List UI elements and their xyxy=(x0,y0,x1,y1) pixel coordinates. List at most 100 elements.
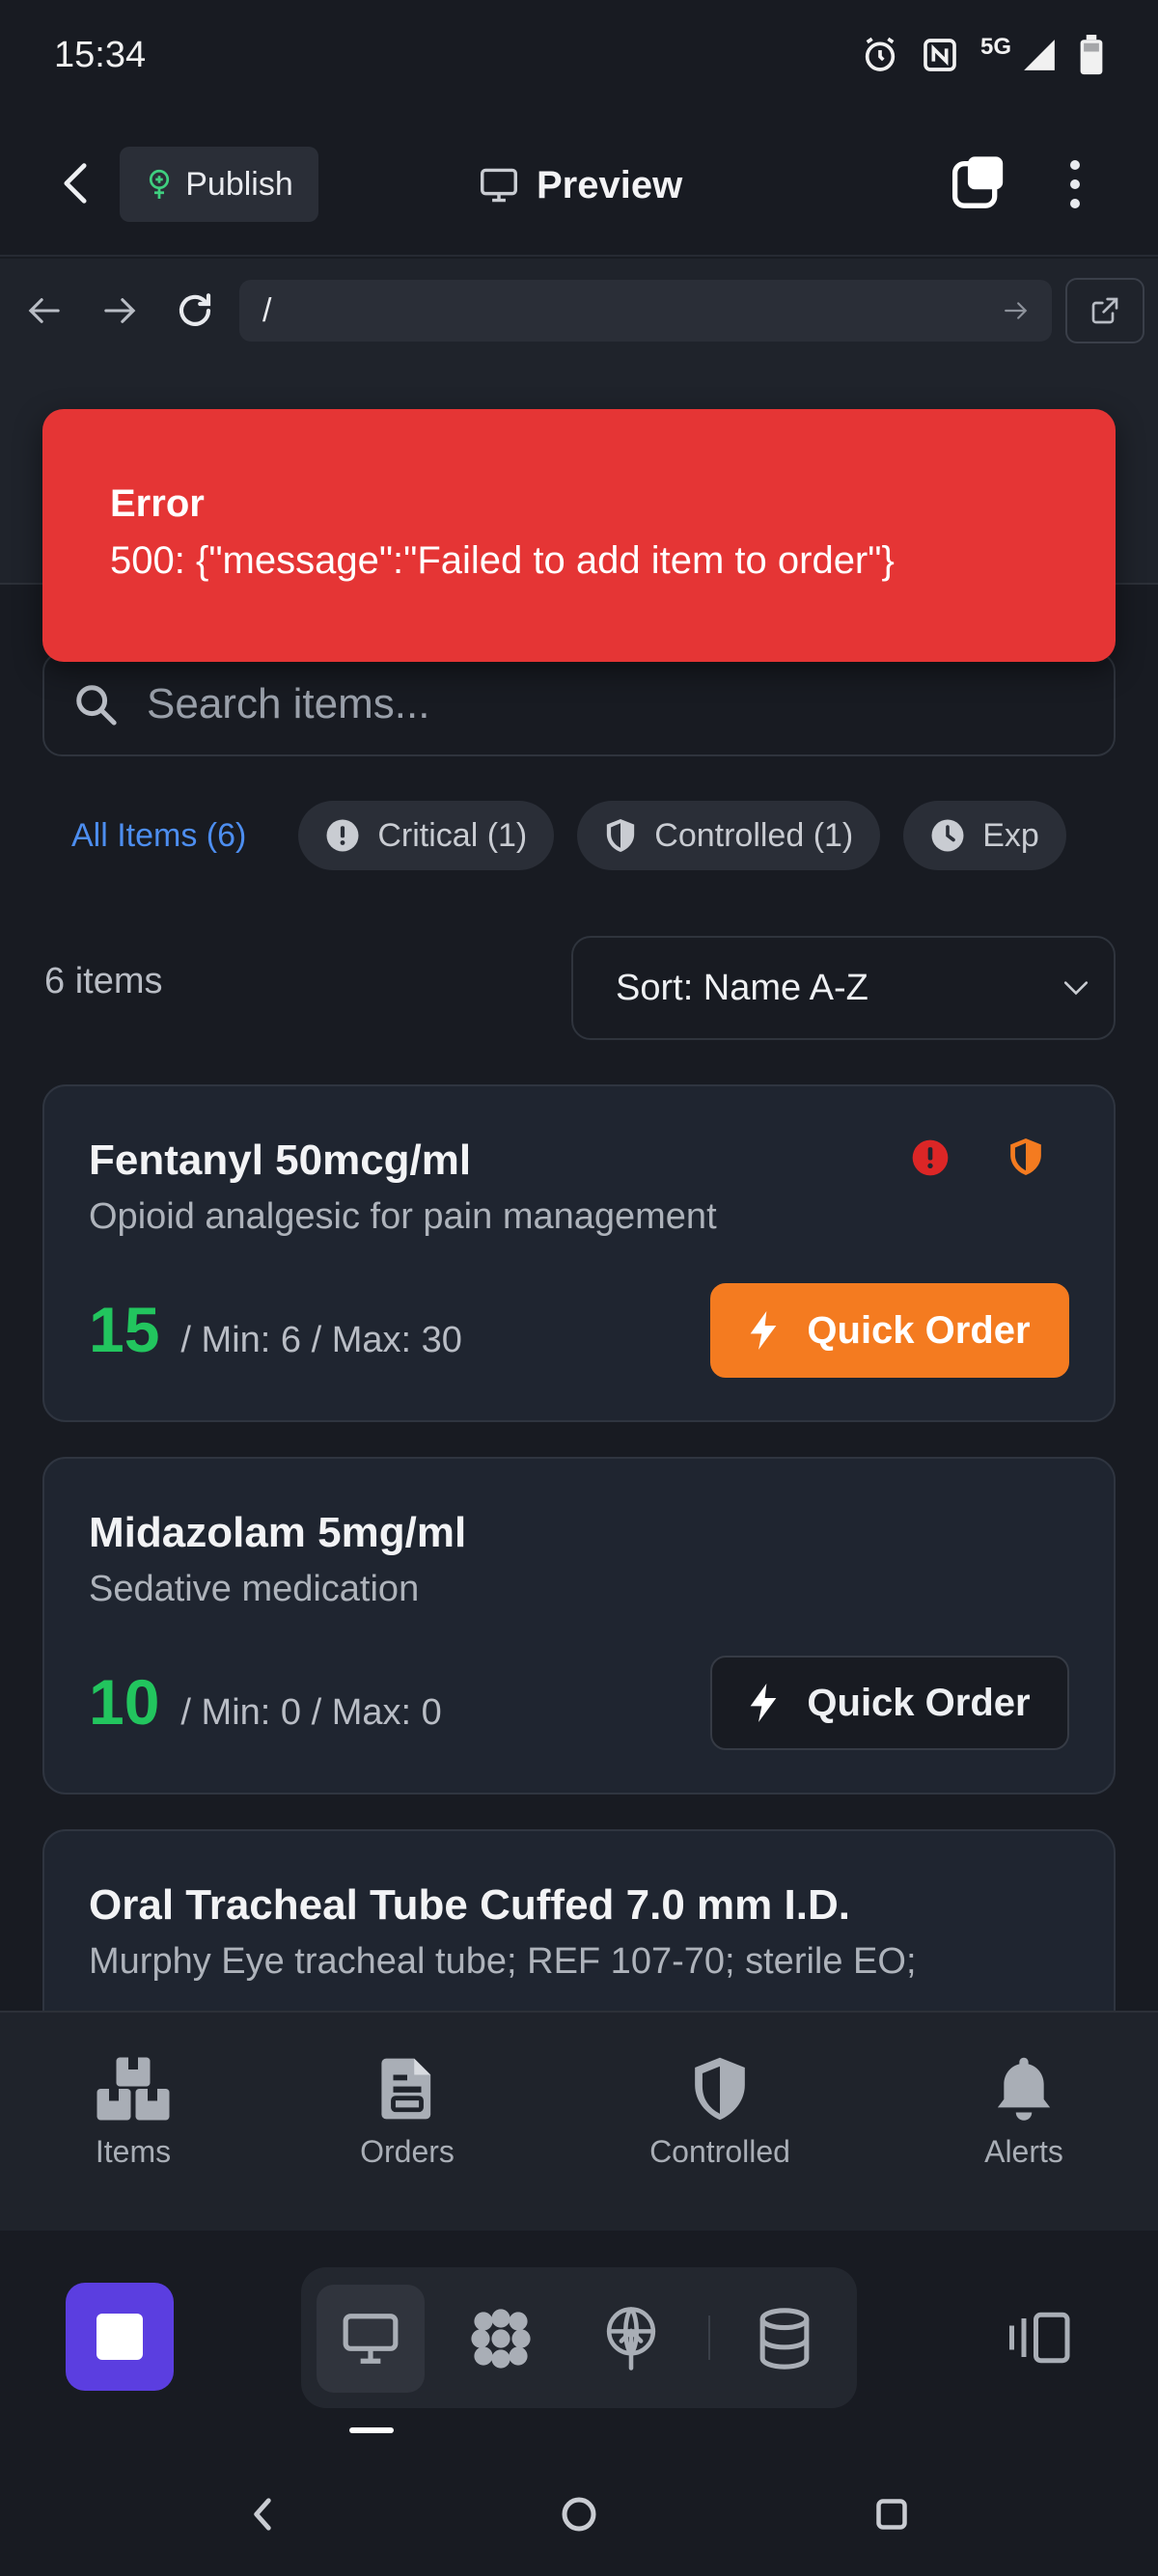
document-icon xyxy=(381,2058,431,2120)
sort-select[interactable]: Sort: Name A-Z xyxy=(571,936,1116,1040)
item-name: Fentanyl 50mcg/ml xyxy=(89,1137,472,1184)
critical-icon xyxy=(912,1139,949,1176)
shield-icon xyxy=(607,819,635,852)
toolbar-divider xyxy=(708,2316,710,2360)
tab-alerts[interactable]: Alerts xyxy=(908,2055,1140,2190)
item-card[interactable]: Midazolam 5mg/ml Sedative medication 10 … xyxy=(42,1457,1116,1795)
filter-chip-label: Controlled (1) xyxy=(654,816,854,854)
battery-icon xyxy=(1079,35,1104,75)
back-icon xyxy=(254,2498,271,2531)
reload-button[interactable] xyxy=(170,286,220,336)
url-field[interactable]: / xyxy=(239,280,1052,342)
preview-tool-button[interactable] xyxy=(317,2285,425,2393)
toast-message: 500: {"message":"Failed to add item to o… xyxy=(110,539,895,582)
chevron-left-icon xyxy=(64,163,87,204)
tab-label: Items xyxy=(95,2134,172,2169)
home-icon xyxy=(562,2497,596,2532)
search-input[interactable] xyxy=(147,680,1085,728)
open-external-button[interactable] xyxy=(1065,278,1144,343)
status-icons: 5G xyxy=(861,34,1104,75)
tab-orders[interactable]: Orders xyxy=(291,2055,523,2190)
panel-icon xyxy=(1009,2312,1070,2364)
boxes-icon xyxy=(96,2057,170,2121)
system-recents-button[interactable] xyxy=(863,2485,921,2543)
item-card[interactable]: Fentanyl 50mcg/ml Opioid analgesic for p… xyxy=(42,1084,1116,1422)
go-arrow-icon[interactable] xyxy=(1004,300,1029,321)
browser-back-button[interactable] xyxy=(19,286,69,336)
lightning-icon xyxy=(751,1311,777,1350)
back-button[interactable] xyxy=(50,156,100,210)
tab-label: Alerts xyxy=(984,2134,1063,2169)
dot-icon xyxy=(1070,199,1080,208)
quick-order-button[interactable]: Quick Order xyxy=(710,1283,1069,1378)
alert-circle-icon xyxy=(326,819,359,852)
chevron-down-icon xyxy=(1063,981,1089,996)
lightning-icon xyxy=(751,1684,777,1722)
item-count: 6 items xyxy=(44,961,163,1001)
publish-button[interactable]: Publish xyxy=(120,147,318,222)
database-icon xyxy=(759,2308,810,2370)
url-text: / xyxy=(262,291,272,329)
quick-order-label: Quick Order xyxy=(807,1681,1031,1724)
monitor-icon xyxy=(343,2314,399,2364)
arrow-left-icon xyxy=(28,298,60,323)
clock-icon xyxy=(931,819,964,852)
preview-label: Preview xyxy=(537,163,683,206)
sort-label: Sort: Name A-Z xyxy=(616,967,868,1008)
shield-icon xyxy=(695,2057,745,2121)
system-back-button[interactable] xyxy=(234,2485,291,2543)
stop-button[interactable] xyxy=(66,2283,174,2391)
quick-order-button[interactable]: Quick Order xyxy=(710,1656,1069,1750)
browser-forward-button[interactable] xyxy=(95,286,145,336)
publish-label: Publish xyxy=(185,165,293,203)
dot-icon xyxy=(1070,160,1080,170)
item-description: Opioid analgesic for pain management xyxy=(89,1196,717,1237)
item-name: Midazolam 5mg/ml xyxy=(89,1509,467,1556)
database-tool-button[interactable] xyxy=(731,2285,839,2393)
stock-quantity: 10 xyxy=(89,1666,160,1738)
stock-range: / Min: 6 / Max: 30 xyxy=(180,1320,462,1360)
arrow-right-icon xyxy=(104,298,136,323)
filter-chip-label: All Items (6) xyxy=(71,816,247,854)
quick-order-label: Quick Order xyxy=(807,1308,1031,1352)
filter-chip-expiring[interactable]: Exp xyxy=(903,801,1066,870)
dot-icon xyxy=(1070,179,1080,189)
stock-info: 10 / Min: 0 / Max: 0 xyxy=(89,1665,442,1739)
bell-icon xyxy=(997,2057,1051,2121)
more-menu-button[interactable] xyxy=(1058,154,1092,214)
tabs-button[interactable] xyxy=(951,154,1007,214)
error-toast[interactable]: Error 500: {"message":"Failed to add ite… xyxy=(42,409,1116,662)
reload-icon xyxy=(179,293,211,326)
deploy-tool-button[interactable] xyxy=(577,2285,685,2393)
active-indicator xyxy=(349,2427,394,2433)
publish-icon xyxy=(150,169,170,199)
agent-tool-button[interactable] xyxy=(447,2285,555,2393)
item-description: Sedative medication xyxy=(89,1569,420,1609)
filter-chip-controlled[interactable]: Controlled (1) xyxy=(577,801,881,870)
filter-chip-all[interactable]: All Items (6) xyxy=(42,801,275,870)
stock-range: / Min: 0 / Max: 0 xyxy=(180,1692,442,1733)
search-box[interactable] xyxy=(42,652,1116,756)
panel-toggle-button[interactable] xyxy=(1000,2304,1077,2371)
item-description: Murphy Eye tracheal tube; REF 107-70; st… xyxy=(89,1941,917,1982)
filter-chip-label: Critical (1) xyxy=(377,816,528,854)
signal-icon xyxy=(1021,37,1058,73)
monitor-icon xyxy=(481,168,517,203)
filter-chip-critical[interactable]: Critical (1) xyxy=(298,801,555,870)
network-label: 5G xyxy=(979,34,1011,60)
item-name: Oral Tracheal Tube Cuffed 7.0 mm I.D. xyxy=(89,1881,850,1929)
tab-label: Controlled xyxy=(649,2134,790,2169)
preview-title: Preview xyxy=(479,158,682,212)
system-home-button[interactable] xyxy=(550,2485,608,2543)
deploy-icon xyxy=(606,2307,656,2370)
search-icon xyxy=(76,685,117,726)
stock-info: 15 / Min: 6 / Max: 30 xyxy=(89,1293,462,1366)
tab-controlled[interactable]: Controlled xyxy=(604,2055,836,2190)
stop-icon xyxy=(96,2314,143,2360)
tab-items[interactable]: Items xyxy=(17,2055,249,2190)
tabs-icon xyxy=(951,156,1004,208)
alarm-icon xyxy=(861,36,899,74)
filter-chip-label: Exp xyxy=(982,816,1039,854)
external-link-icon xyxy=(1091,297,1118,324)
stock-quantity: 15 xyxy=(89,1294,160,1365)
